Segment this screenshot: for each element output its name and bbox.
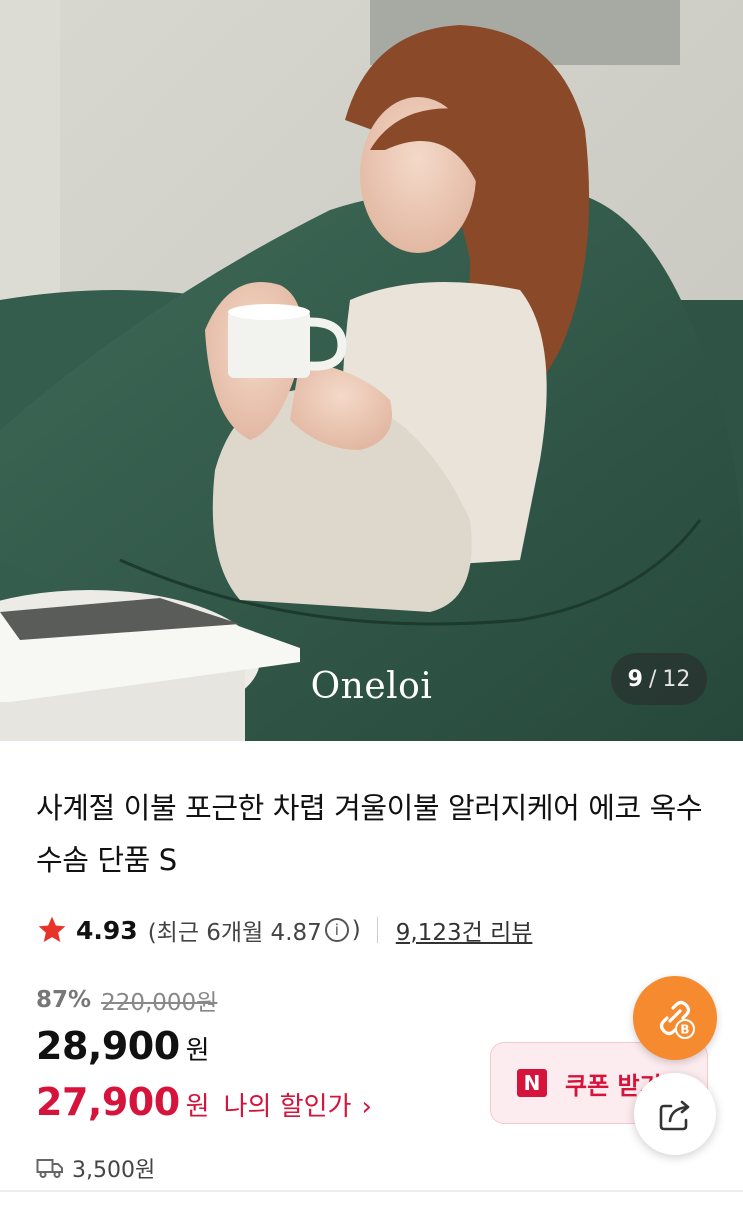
discount-row: 87% 220,000원 <box>36 983 217 1017</box>
share-link-badge: B <box>680 1023 689 1037</box>
shipping-fee: 3,500원 <box>36 1152 155 1184</box>
sale-price-currency: 원 <box>185 1036 210 1066</box>
star-icon <box>38 916 66 942</box>
image-counter-separator: / <box>648 666 657 692</box>
rating-divider <box>376 917 378 943</box>
shipping-fee-text: 3,500원 <box>72 1158 156 1183</box>
share-link-button[interactable]: B <box>633 976 717 1060</box>
share-button[interactable] <box>634 1073 716 1155</box>
recent-rating: (최근 6개월 4.87 i ) <box>148 913 361 947</box>
recent-rating-close: ) <box>351 917 361 943</box>
my-price-currency: 원 <box>185 1092 210 1122</box>
original-price: 220,000원 <box>101 990 218 1016</box>
rating-row: 4.93 (최근 6개월 4.87 i ) 9,123건 리뷰 <box>36 912 532 948</box>
sale-price: 28,900 원 <box>36 1024 210 1068</box>
share-icon <box>659 1100 690 1131</box>
delivery-truck-icon <box>36 1159 63 1178</box>
sale-price-amount: 28,900 <box>36 1024 180 1068</box>
product-title: 사계절 이불 포근한 차렵 겨울이불 알러지케어 에코 옥수수솜 단품 S <box>36 791 703 877</box>
product-image-carousel[interactable]: Oneloi 9 / 12 <box>0 0 743 741</box>
image-counter-current: 9 <box>627 666 643 692</box>
section-divider <box>0 1190 743 1192</box>
chevron-right-icon: › <box>361 1092 372 1122</box>
image-counter-total: 12 <box>662 666 691 692</box>
info-icon[interactable]: i <box>324 918 349 942</box>
discount-rate: 87% <box>36 987 92 1013</box>
my-price-amount: 27,900 <box>36 1080 180 1124</box>
image-counter: 9 / 12 <box>611 653 707 705</box>
rating-score: 4.93 <box>76 915 138 945</box>
recent-rating-text: (최근 6개월 4.87 <box>147 920 322 946</box>
my-price-label: 나의 할인가 <box>223 1092 352 1122</box>
review-count-link[interactable]: 9,123건 리뷰 <box>396 913 533 947</box>
my-discount-price-link[interactable]: 27,900 원 나의 할인가 › <box>36 1080 372 1124</box>
product-photo <box>0 0 743 741</box>
naver-logo: N <box>517 1069 547 1097</box>
link-icon: B <box>659 1000 695 1039</box>
